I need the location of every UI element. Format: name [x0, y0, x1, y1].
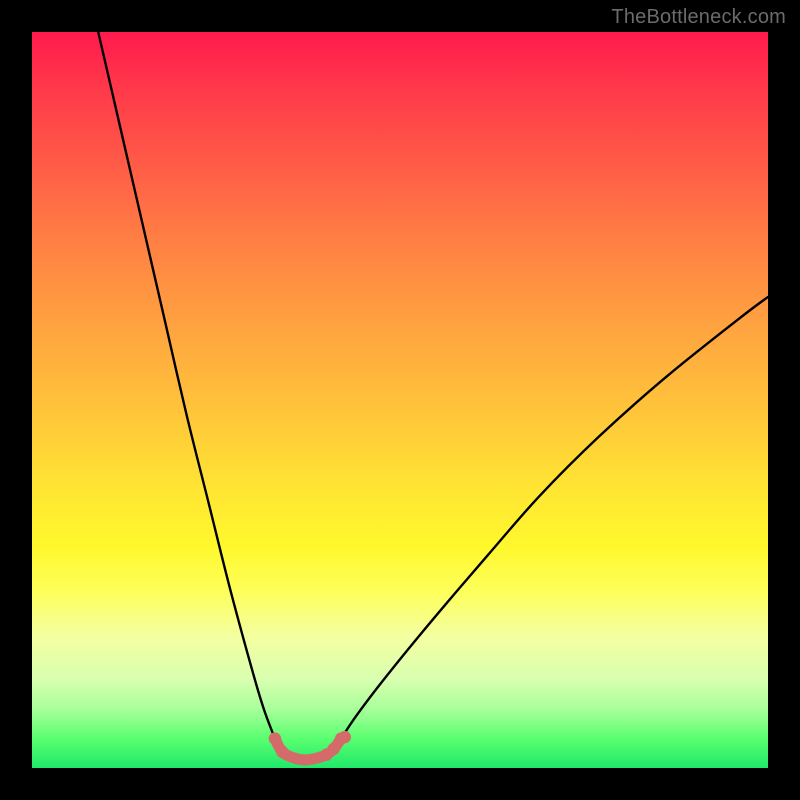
floor-dot-1 — [276, 746, 288, 758]
curve-left — [98, 32, 275, 739]
curve-layer — [32, 32, 768, 768]
curve-right — [341, 297, 768, 739]
floor-dot-3 — [328, 743, 340, 755]
left-entry-dot — [269, 732, 281, 744]
watermark-text: TheBottleneck.com — [611, 6, 786, 29]
floor-dot-4 — [339, 731, 351, 743]
plot-area — [32, 32, 768, 768]
chart-frame: TheBottleneck.com — [0, 0, 800, 800]
